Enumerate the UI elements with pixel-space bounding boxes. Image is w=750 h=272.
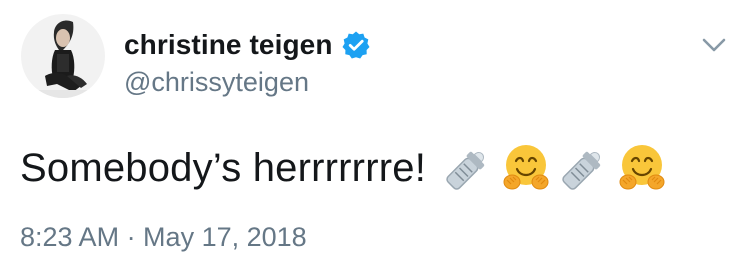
baby-bottle-icon bbox=[440, 140, 496, 196]
baby-bottle-icon bbox=[556, 140, 612, 196]
tweet-body: Somebody’s herrrrrrre! bbox=[20, 140, 672, 196]
tweet-text: Somebody’s herrrrrrre! bbox=[20, 146, 427, 190]
verified-badge-icon bbox=[341, 30, 371, 60]
tweet-card[interactable]: christine teigen @chrissyteigen Somebody… bbox=[0, 0, 750, 272]
author-display-name[interactable]: christine teigen bbox=[124, 28, 333, 62]
emoji-row bbox=[440, 140, 672, 196]
hugging-face-icon bbox=[498, 140, 554, 196]
author-handle[interactable]: @chrissyteigen bbox=[124, 66, 309, 98]
hugging-face-icon bbox=[614, 140, 670, 196]
tweet-timestamp[interactable]: 8:23 AM · May 17, 2018 bbox=[20, 221, 307, 253]
chevron-down-icon[interactable] bbox=[700, 34, 728, 56]
author-name-row[interactable]: christine teigen bbox=[124, 28, 371, 62]
avatar[interactable] bbox=[21, 14, 105, 98]
